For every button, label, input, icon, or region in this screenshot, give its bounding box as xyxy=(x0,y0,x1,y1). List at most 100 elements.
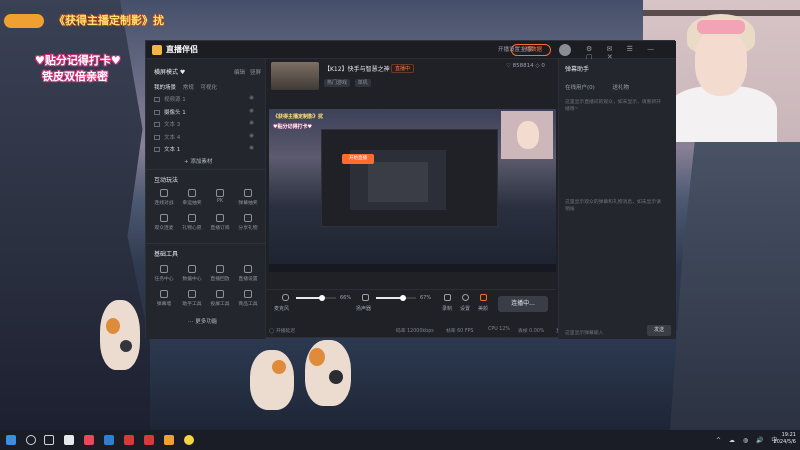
app-icon[interactable] xyxy=(84,435,94,445)
source-icon xyxy=(154,122,160,127)
interact-item[interactable]: 观众连麦 xyxy=(150,212,178,237)
tool-item[interactable]: 商品工具 xyxy=(234,288,262,313)
interact-item[interactable]: 分享礼物 xyxy=(234,212,262,237)
preview-webcam xyxy=(501,111,553,159)
feature-label: 连线对战 xyxy=(154,201,174,206)
tab-normal[interactable]: 常规 xyxy=(183,85,194,91)
visibility-icon[interactable]: ◉ xyxy=(249,95,254,101)
interact-item[interactable]: 幸运抽奖 xyxy=(178,187,206,212)
status-item: 丢帧 0.00% xyxy=(518,329,545,334)
task-view-icon[interactable] xyxy=(44,435,54,445)
record-icon[interactable] xyxy=(444,294,451,301)
tab-my-scene[interactable]: 我的场景 xyxy=(154,85,176,91)
mic-volume-slider[interactable] xyxy=(296,295,336,301)
source-list: 视频源 1 ◉ 摄像头 1 ◉ 文本 3 ◉ 文本 4 ◉ 文本 1 ◉ xyxy=(152,95,260,158)
overlay-badge xyxy=(4,14,44,28)
category-tag[interactable]: 单机 xyxy=(354,79,371,87)
stream-preview[interactable]: 《获得主播定制影》扰 ♥贴分记得打卡♥ 开始直播 xyxy=(269,109,556,272)
divider xyxy=(146,169,266,170)
tool-item[interactable]: 任务中心 xyxy=(150,263,178,288)
taskbar: ^ ☁ ◍ 🔊 中 19:21 2024/5/6 xyxy=(0,430,800,450)
source-label: 视频源 1 xyxy=(164,97,186,103)
interact-item[interactable]: 礼物心愿 xyxy=(178,212,206,237)
interact-item[interactable]: PK xyxy=(206,187,234,212)
app-icon[interactable] xyxy=(64,435,74,445)
tool-item[interactable]: 直播回放 xyxy=(206,263,234,288)
slider-knob[interactable] xyxy=(400,295,406,301)
tab-gifts[interactable]: 送礼物 xyxy=(613,85,630,91)
app-icon[interactable] xyxy=(184,435,194,445)
send-button[interactable]: 发送 xyxy=(647,325,671,336)
live-status-button[interactable]: 连播中... xyxy=(498,296,548,312)
tool-label: 投屏工具 xyxy=(210,302,230,307)
app-icon[interactable] xyxy=(144,435,154,445)
tab-online-users[interactable]: 在线用户(0) xyxy=(565,85,595,91)
stream-stats: ♡ 858814 ◇ 0 xyxy=(506,63,545,69)
clock[interactable]: 19:21 2024/5/6 xyxy=(768,432,796,446)
preview-taskbar xyxy=(269,264,556,272)
visibility-icon[interactable]: ◉ xyxy=(249,145,254,151)
interact-section-title: 互动玩法 xyxy=(154,177,179,184)
app-title: 直播伴侣 xyxy=(166,45,198,54)
tool-item[interactable]: 投屏工具 xyxy=(206,288,234,313)
list-item[interactable]: 摄像头 1 ◉ xyxy=(152,108,260,121)
tool-item[interactable]: 数据中心 xyxy=(178,263,206,288)
status-item: CPU 12% xyxy=(488,327,510,332)
feature-label: 观众连麦 xyxy=(154,226,174,231)
source-icon xyxy=(154,147,160,152)
beauty-label: 美颜 xyxy=(478,306,489,312)
stream-cover[interactable] xyxy=(271,62,319,90)
overlay-line-2: 铁皮双倍亲密 xyxy=(42,70,108,83)
visibility-icon[interactable]: ◉ xyxy=(249,120,254,126)
tool-icon xyxy=(188,290,196,298)
interact-item[interactable]: 直播订阅 xyxy=(206,212,234,237)
microphone-icon[interactable] xyxy=(282,294,289,301)
visibility-icon[interactable]: ◉ xyxy=(249,133,254,139)
beauty-icon[interactable] xyxy=(480,294,487,301)
tool-item[interactable]: 助手工具 xyxy=(178,288,206,313)
tool-icon xyxy=(160,290,168,298)
start-icon[interactable] xyxy=(6,435,16,445)
feature-icon xyxy=(160,189,168,197)
tool-icon xyxy=(244,290,252,298)
scene-tabs: 我的场景 常规 可视化 xyxy=(154,83,222,91)
visibility-icon[interactable]: ◉ xyxy=(249,108,254,114)
stream-actions[interactable]: 开播设置 分享 xyxy=(498,45,533,53)
app-icon[interactable] xyxy=(164,435,174,445)
portrait-link[interactable]: 竖屏 xyxy=(250,68,261,76)
feature-label: 幸运抽奖 xyxy=(182,201,202,206)
more-features-button[interactable]: ⋯ 更多功能 xyxy=(188,317,217,325)
tab-visual[interactable]: 可视化 xyxy=(201,85,218,91)
category-tag[interactable]: 热门游戏 xyxy=(324,79,351,87)
preview-overlay-line: ♥贴分记得打卡♥ xyxy=(273,124,312,130)
speaker-icon[interactable] xyxy=(362,294,369,301)
overlay-title: 《获得主播定制影》扰 xyxy=(54,14,164,27)
tool-label: 直播设置 xyxy=(238,277,258,282)
tool-icon xyxy=(216,290,224,298)
search-icon[interactable] xyxy=(26,435,36,445)
interact-item[interactable]: 弹幕抽奖 xyxy=(234,187,262,212)
preview-nested-window xyxy=(368,162,428,202)
list-item[interactable]: 文本 1 ◉ xyxy=(152,145,260,158)
edit-link[interactable]: 编辑 xyxy=(234,68,245,76)
slider-knob[interactable] xyxy=(319,295,325,301)
tool-item[interactable]: 弹幕墙 xyxy=(150,288,178,313)
app-icon[interactable] xyxy=(124,435,134,445)
interact-item[interactable]: 连线对战 xyxy=(150,187,178,212)
avatar[interactable] xyxy=(559,44,571,56)
stream-title[interactable]: 【K12】快手与智慧之神 xyxy=(324,64,390,73)
list-item[interactable]: 文本 3 ◉ xyxy=(152,120,260,133)
list-item[interactable]: 视频源 1 ◉ xyxy=(152,95,260,108)
settings-icon[interactable] xyxy=(462,294,469,301)
chat-tabs: 在线用户(0) 送礼物 xyxy=(565,83,645,91)
speaker-volume-slider[interactable] xyxy=(376,295,416,301)
list-item[interactable]: 文本 4 ◉ xyxy=(152,133,260,146)
feature-label: 弹幕抽奖 xyxy=(238,201,258,206)
app-icon[interactable] xyxy=(104,435,114,445)
tool-item[interactable]: 直播设置 xyxy=(234,263,262,288)
chat-input[interactable]: 这里显示弹幕输入 xyxy=(565,329,603,336)
add-source-button[interactable]: + 添加素材 xyxy=(184,157,212,165)
stream-delay-toggle[interactable]: ◯ 开播延迟 xyxy=(269,327,295,334)
category-tags: 热门游戏 单机 xyxy=(324,79,374,87)
mode-title[interactable]: 横屏模式 ♥ xyxy=(154,67,185,76)
